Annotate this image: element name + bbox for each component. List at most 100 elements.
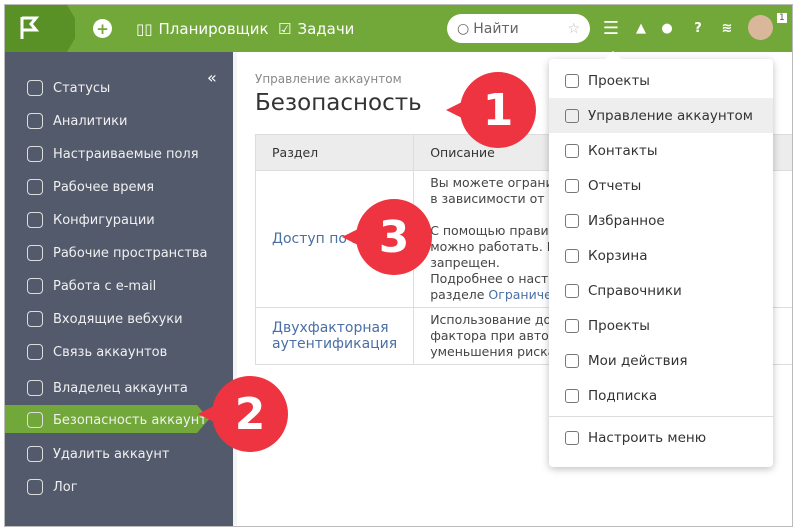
logo[interactable]	[5, 5, 75, 52]
menu-item-icon	[565, 353, 579, 368]
sidebar-item-icon	[27, 380, 43, 396]
sidebar-item[interactable]: Статусы	[5, 74, 233, 102]
menu-item-label: Отчеты	[588, 177, 642, 194]
sidebar-item-label: Статусы	[53, 80, 111, 96]
notification-count: 1	[777, 13, 787, 23]
main-menu-dropdown: Проекты Управление аккаунтом Контакты Отчет…	[549, 51, 773, 467]
sidebar-item[interactable]: Рабочие пространства	[5, 239, 233, 267]
sidebar-item[interactable]: Удалить аккаунт	[5, 440, 233, 468]
timer-icon[interactable]: ●	[657, 18, 677, 38]
menu-item-label: Справочники	[588, 282, 682, 299]
menu-item-icon	[565, 283, 579, 298]
sidebar-item-label: Входящие вебхуки	[53, 311, 183, 327]
menu-item-label: Проекты	[588, 317, 650, 334]
sidebar-item[interactable]: Лог	[5, 473, 233, 501]
help-icon[interactable]: ?	[688, 18, 708, 38]
sidebar-item[interactable]: Аналитики	[5, 107, 233, 135]
sidebar-item-icon	[27, 446, 43, 462]
menu-item-icon	[565, 143, 579, 158]
sidebar-item-label: Аналитики	[53, 113, 128, 129]
avatar[interactable]	[748, 15, 773, 40]
menu-item-label: Мои действия	[588, 352, 688, 369]
menu-item[interactable]: Настроить меню	[549, 420, 773, 455]
sidebar-item-icon	[27, 245, 43, 261]
menu-item-icon	[565, 248, 579, 263]
sidebar-item-label: Рабочее время	[53, 179, 155, 195]
sidebar-item-icon	[27, 80, 43, 96]
sidebar-item-label: Конфигурации	[53, 212, 155, 228]
column-header-section: Раздел	[254, 134, 415, 171]
sidebar-item[interactable]: Конфигурации	[5, 206, 233, 234]
sidebar-item-label: Работа с e-mail	[53, 278, 157, 294]
menu-item[interactable]: Справочники	[549, 273, 773, 308]
rocket-icon[interactable]: ▲	[631, 18, 651, 38]
sidebar-item-label: Настраиваемые поля	[53, 146, 199, 162]
menu-item[interactable]: Проекты	[549, 308, 773, 343]
sidebar-item[interactable]: Рабочее время	[5, 173, 233, 201]
step-badge-3: 3	[342, 199, 432, 275]
sidebar-item[interactable]: Входящие вебхуки	[5, 305, 233, 333]
two-factor-link[interactable]: Двухфакторная аутентификация	[272, 320, 397, 352]
sidebar-item-icon	[27, 412, 43, 428]
sidebar-item-label: Рабочие пространства	[53, 245, 208, 261]
menu-item-icon	[565, 73, 579, 88]
menu-divider	[549, 416, 773, 417]
menu-item-label: Корзина	[588, 247, 648, 264]
menu-item[interactable]: Контакты	[549, 133, 773, 168]
planner-link[interactable]: ▯▯ Планировщик	[136, 5, 269, 52]
sidebar-item-icon	[27, 479, 43, 495]
sidebar-item-icon	[27, 146, 43, 162]
sidebar-item-icon	[27, 278, 43, 294]
sidebar-item-label: Удалить аккаунт	[53, 446, 170, 462]
sidebar-item-label: Связь аккаунтов	[53, 344, 168, 360]
sidebar-item-label: Безопасность аккаунта	[53, 412, 215, 428]
sidebar-item-label: Владелец аккаунта	[53, 380, 188, 396]
menu-item-label: Управление аккаунтом	[588, 107, 753, 124]
menu-icon[interactable]: ☰	[601, 18, 621, 39]
menu-item[interactable]: Мои действия	[549, 343, 773, 378]
menu-item[interactable]: Управление аккаунтом	[549, 98, 773, 133]
sidebar-item[interactable]: Работа с e-mail	[5, 272, 233, 300]
sidebar-item-icon	[27, 212, 43, 228]
search-input[interactable]: ○ Найти ☆	[447, 14, 590, 43]
top-bar: + ▯▯ Планировщик ☑ Задачи ○ Найти ☆ ☰ ▲ ● ? …	[5, 5, 792, 52]
clipboard-icon: ☑	[278, 19, 292, 38]
sidebar-item-icon	[27, 311, 43, 327]
menu-item-icon	[565, 318, 579, 333]
breadcrumb[interactable]: Управление аккаунтом	[255, 72, 402, 86]
menu-item-label: Избранное	[588, 212, 665, 229]
menu-item[interactable]: Проекты	[549, 63, 773, 98]
tasks-link[interactable]: ☑ Задачи	[278, 5, 354, 52]
menu-item-label: Проекты	[588, 72, 650, 89]
menu-item[interactable]: Отчеты	[549, 168, 773, 203]
sidebar-item-label: Лог	[53, 479, 78, 495]
search-icon: ○	[457, 20, 470, 37]
planner-icon: ▯▯	[136, 19, 153, 38]
menu-item-icon	[565, 213, 579, 228]
menu-item-label: Подписка	[588, 387, 658, 404]
layers-icon[interactable]: ≋	[717, 18, 737, 38]
menu-item-icon	[565, 430, 579, 445]
page-title: Безопасность	[255, 90, 422, 116]
sidebar: « Статусы Аналитики Настраиваемые поля Рабо…	[5, 52, 233, 526]
sidebar-item[interactable]: Связь аккаунтов	[5, 338, 233, 366]
sidebar-item[interactable]: Настраиваемые поля	[5, 140, 233, 168]
step-badge-2: 2	[198, 376, 288, 452]
sidebar-item-icon	[27, 113, 43, 129]
plus-icon: +	[93, 19, 112, 38]
menu-item-label: Контакты	[588, 142, 658, 159]
menu-item[interactable]: Корзина	[549, 238, 773, 273]
menu-item-icon	[565, 178, 579, 193]
menu-item-icon	[565, 388, 579, 403]
desc-line: разделе	[430, 287, 489, 302]
sidebar-item[interactable]: Владелец аккаунта	[5, 374, 233, 402]
menu-item-icon	[565, 108, 579, 123]
add-button[interactable]: +	[93, 5, 112, 52]
menu-item-label: Настроить меню	[588, 429, 707, 446]
menu-item[interactable]: Подписка	[549, 378, 773, 413]
step-badge-1: 1	[446, 72, 536, 148]
star-icon[interactable]: ☆	[567, 21, 580, 37]
sidebar-item-icon	[27, 344, 43, 360]
menu-item[interactable]: Избранное	[549, 203, 773, 238]
sidebar-item-icon	[27, 179, 43, 195]
